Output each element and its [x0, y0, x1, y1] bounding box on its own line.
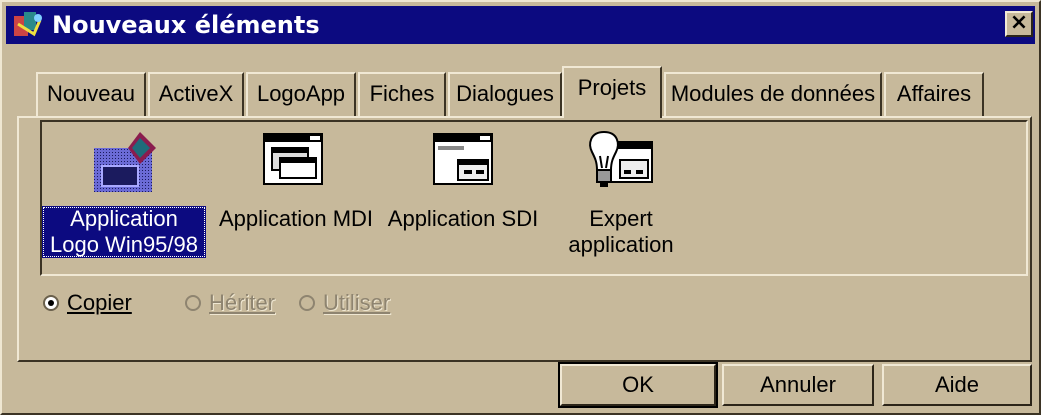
radio-unchecked-icon	[185, 295, 201, 311]
list-item-sdi[interactable]: Application SDI	[380, 122, 546, 272]
ok-button[interactable]: OK	[558, 362, 718, 408]
window-title: Nouveaux éléments	[52, 11, 320, 39]
project-list[interactable]: Application Logo Win95/98 Application MDI	[40, 120, 1028, 276]
copy-radio[interactable]: Copier	[43, 290, 132, 316]
radio-unchecked-icon	[299, 295, 315, 311]
help-button[interactable]: Aide	[882, 364, 1032, 406]
close-button[interactable]: ×	[1005, 11, 1033, 37]
copy-radio-label: Copier	[67, 290, 132, 315]
use-radio[interactable]: Utiliser	[299, 290, 390, 316]
title-bar[interactable]: Nouveaux éléments ×	[6, 6, 1035, 44]
tab-activex[interactable]: ActiveX	[148, 72, 244, 116]
tab-fiches[interactable]: Fiches	[358, 72, 446, 116]
inherit-radio-label: Hériter	[209, 290, 276, 315]
tab-logoapp[interactable]: LogoApp	[246, 72, 356, 116]
inherit-radio[interactable]: Hériter	[185, 290, 275, 316]
use-radio-label: Utiliser	[323, 290, 391, 315]
item-label-expert: Expert application	[568, 206, 674, 257]
logo-app-icon	[88, 128, 160, 208]
app-logo-icon	[12, 10, 46, 40]
tab-projets[interactable]: Projets	[562, 66, 662, 118]
tab-modules-de-donnees[interactable]: Modules de données	[664, 72, 882, 116]
tab-affaires[interactable]: Affaires	[884, 72, 984, 116]
list-item-logo-app[interactable]: Application Logo Win95/98	[42, 122, 212, 272]
item-label-sdi: Application SDI	[387, 206, 539, 231]
radio-checked-icon	[43, 295, 59, 311]
item-label-mdi: Application MDI	[218, 206, 374, 231]
mdi-window-icon	[262, 132, 324, 194]
sdi-window-icon	[432, 132, 494, 194]
list-item-expert[interactable]: Expert application	[546, 122, 696, 272]
cancel-button[interactable]: Annuler	[722, 364, 874, 406]
tab-dialogues[interactable]: Dialogues	[448, 72, 562, 116]
lightbulb-wizard-icon	[586, 130, 656, 196]
list-item-mdi[interactable]: Application MDI	[212, 122, 380, 272]
item-label-logo-app: Application Logo Win95/98	[42, 206, 206, 258]
tab-nouveau[interactable]: Nouveau	[36, 72, 146, 116]
